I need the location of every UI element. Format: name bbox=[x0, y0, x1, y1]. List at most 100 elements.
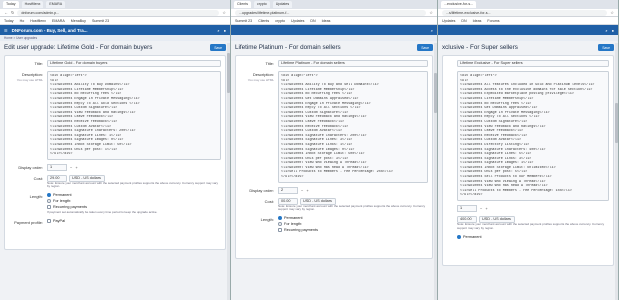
bookmark[interactable]: Today bbox=[4, 19, 14, 23]
search-icon[interactable]: ⌕ bbox=[431, 28, 433, 33]
url-field[interactable]: ...upgrades/lifetime-platinum-f... bbox=[235, 9, 427, 16]
tab[interactable]: crypto bbox=[254, 1, 270, 8]
checkbox-icon bbox=[47, 219, 51, 224]
bookmark[interactable]: DN bbox=[461, 19, 466, 23]
url-field[interactable]: dnforum.com/admin.p... bbox=[17, 9, 220, 16]
bookmark[interactable]: Summit 23 bbox=[92, 19, 109, 23]
description-hint: You may use HTML bbox=[16, 78, 43, 82]
length-permanent-radio[interactable]: Permanent bbox=[47, 193, 221, 198]
description-textarea[interactable]: <div align="left"> <ul> <li>&#10004 Abilit… bbox=[278, 71, 428, 183]
reload-icon[interactable]: ↻ bbox=[11, 10, 14, 15]
upgrade-form: Title: Lifetime Platinum - For domain se… bbox=[235, 55, 433, 260]
bookmark[interactable]: Hostfilenx bbox=[30, 19, 46, 23]
title-label: Title: bbox=[265, 61, 274, 66]
scrollbar[interactable] bbox=[615, 43, 618, 300]
bookmark[interactable]: Ideas bbox=[322, 19, 331, 23]
star-icon[interactable]: ☆ bbox=[222, 10, 226, 15]
scrollbar[interactable] bbox=[227, 43, 230, 300]
bookmark[interactable]: crypto bbox=[275, 19, 285, 23]
length-for-length-radio[interactable]: For length: bbox=[278, 222, 428, 227]
page-title: Edit user upgrade: Lifetime Gold - For d… bbox=[4, 44, 153, 51]
browser-window-1: Today Hostfilenx EMARA ← ↻ dnforum.com/a… bbox=[0, 0, 231, 300]
bookmark[interactable]: Updates bbox=[291, 19, 304, 23]
user-icon[interactable]: ● bbox=[224, 28, 226, 33]
scroll-thumb[interactable] bbox=[434, 73, 437, 113]
display-order-input[interactable]: 1 bbox=[457, 205, 477, 213]
search-icon[interactable]: ⌕ bbox=[605, 28, 607, 33]
display-order-label: Display order: bbox=[249, 187, 274, 193]
description-textarea[interactable]: <div align="left"> <ul> <li>&#10004 All fe… bbox=[457, 71, 609, 202]
recurring-checkbox[interactable]: Recurring payments bbox=[278, 228, 428, 233]
address-bar: ...s/lifetime-exclusive-for-s... ☆ bbox=[438, 9, 618, 17]
increment-button[interactable]: + bbox=[485, 206, 487, 211]
tab-active[interactable]: Clients bbox=[234, 1, 251, 8]
decrement-button[interactable]: − bbox=[480, 206, 482, 211]
bookmark[interactable]: Clients bbox=[258, 19, 269, 23]
page-title: Lifetime Platinum - For domain sellers bbox=[235, 44, 341, 51]
save-button[interactable]: Save bbox=[210, 44, 226, 51]
bookmark[interactable]: Ideas bbox=[473, 19, 482, 23]
length-for-length-radio[interactable]: For length: bbox=[47, 199, 221, 204]
search-icon[interactable]: ⌕ bbox=[217, 28, 219, 33]
length-label: Length: bbox=[260, 217, 274, 223]
payment-profile-label: Payment profile: bbox=[14, 220, 43, 226]
paypal-checkbox[interactable]: PayPal bbox=[47, 219, 221, 224]
checkbox-label: Recurring payments bbox=[53, 205, 87, 210]
url-field[interactable]: ...s/lifetime-exclusive-for-s... bbox=[442, 9, 608, 16]
checkbox-label: Recurring payments bbox=[284, 228, 318, 233]
save-button[interactable]: Save bbox=[598, 44, 614, 51]
tab-bar: Clients crypto Updates bbox=[231, 0, 437, 9]
display-order-input[interactable]: 2 bbox=[278, 186, 298, 194]
site-logo[interactable]: DNForum.com - Buy, Sell, and Tra... bbox=[12, 28, 88, 33]
bookmark[interactable]: Ho bbox=[20, 19, 25, 23]
bookmark[interactable]: Summit 23 bbox=[235, 19, 252, 23]
tab[interactable]: Hostfilenx bbox=[21, 1, 44, 8]
decrement-button[interactable]: − bbox=[301, 188, 303, 193]
increment-button[interactable]: + bbox=[75, 165, 77, 170]
tab-active[interactable]: ...exclusive-for-s... bbox=[441, 1, 477, 8]
title-label: Title: bbox=[34, 61, 43, 66]
description-line: </ul></div> bbox=[50, 152, 73, 157]
scroll-thumb[interactable] bbox=[615, 103, 618, 143]
user-icon[interactable]: ● bbox=[612, 28, 614, 33]
bookmark[interactable]: Forums bbox=[487, 19, 499, 23]
recurring-note: If payment set automatically be taken ev… bbox=[47, 210, 158, 215]
radio-off-icon bbox=[278, 222, 282, 227]
description-textarea[interactable]: <div align="left"> <ul> <li>&#10004 Abilit… bbox=[47, 71, 221, 160]
tab-bar: Today Hostfilenx EMARA bbox=[0, 0, 230, 9]
bookmark[interactable]: DN bbox=[310, 19, 315, 23]
bookmark[interactable]: EMARA bbox=[52, 19, 65, 23]
length-permanent-radio[interactable]: Permanent bbox=[457, 234, 609, 239]
star-icon[interactable]: ☆ bbox=[429, 10, 433, 15]
description-line: </ul></div> bbox=[281, 175, 304, 180]
display-order-label: Display order: bbox=[18, 164, 43, 170]
radio-label: Permanent bbox=[284, 216, 303, 221]
back-icon[interactable]: ← bbox=[4, 10, 8, 15]
recurring-checkbox[interactable]: Recurring payments bbox=[47, 205, 221, 210]
bookmark[interactable]: MenaBuy bbox=[71, 19, 86, 23]
display-order-input[interactable]: 1 bbox=[47, 163, 67, 171]
upgrade-form: Title: Lifetime Gold - For domain buyers… bbox=[4, 55, 226, 251]
menu-icon[interactable]: ☰ bbox=[4, 28, 8, 33]
checkbox-icon bbox=[47, 205, 51, 210]
star-icon[interactable]: ☆ bbox=[610, 10, 614, 15]
radio-on-icon bbox=[457, 234, 461, 239]
checkbox-icon bbox=[278, 228, 282, 233]
title-input[interactable]: Lifetime Gold - For domain buyers bbox=[47, 60, 221, 67]
description-label-text: Description: bbox=[252, 72, 274, 77]
scroll-thumb[interactable] bbox=[227, 53, 230, 93]
cost-note: Note: Ensure your merchant account with … bbox=[47, 180, 219, 189]
title-input[interactable]: Lifetime Platinum - For domain sellers bbox=[278, 60, 428, 67]
length-permanent-radio[interactable]: Permanent bbox=[278, 216, 428, 221]
tab[interactable]: Updates bbox=[272, 1, 293, 8]
tab-active[interactable]: Today bbox=[3, 1, 19, 8]
bookmark[interactable]: Updates bbox=[442, 19, 455, 23]
increment-button[interactable]: + bbox=[306, 188, 308, 193]
scrollbar[interactable] bbox=[434, 43, 437, 300]
description-hint: You may use HTML bbox=[247, 78, 274, 82]
title-input[interactable]: Lifetime Exclusive - For Super sellers bbox=[457, 60, 609, 67]
save-button[interactable]: Save bbox=[417, 44, 433, 51]
decrement-button[interactable]: − bbox=[70, 165, 72, 170]
radio-off-icon bbox=[47, 199, 51, 204]
tab[interactable]: EMARA bbox=[46, 1, 66, 8]
